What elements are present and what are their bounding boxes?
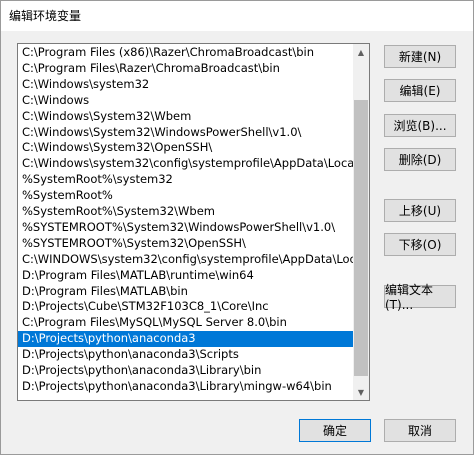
list-item[interactable]: C:\Windows\System32\WindowsPowerShell\v1… [18, 125, 354, 141]
path-list[interactable]: D:\Projects\python\anaconda3\Library\min… [17, 43, 370, 401]
move-down-button[interactable]: 下移(O) [384, 233, 456, 256]
cancel-button[interactable]: 取消 [384, 419, 456, 442]
list-item[interactable]: D:\Projects\python\anaconda3 [18, 331, 354, 348]
scroll-down-arrow-icon[interactable]: ▼ [353, 384, 369, 400]
delete-button[interactable]: 删除(D) [384, 148, 456, 171]
scroll-up-arrow-icon[interactable]: ▲ [353, 44, 369, 60]
window-title: 编辑环境变量 [9, 9, 82, 23]
list-item[interactable]: C:\Windows [18, 93, 354, 109]
list-item[interactable]: D:\Projects\python\anaconda3\Library\min… [18, 379, 354, 395]
scrollbar-thumb[interactable] [354, 100, 368, 376]
list-item[interactable]: C:\Windows\System32\OpenSSH\ [18, 140, 354, 156]
list-item[interactable]: %SystemRoot%\system32 [18, 172, 354, 188]
ok-button[interactable]: 确定 [299, 419, 371, 442]
list-item[interactable]: %SystemRoot%\System32\Wbem [18, 204, 354, 220]
move-up-button[interactable]: 上移(U) [384, 199, 456, 222]
vertical-scrollbar[interactable]: ▲ ▼ [353, 44, 369, 400]
title-bar: 编辑环境变量 [1, 1, 473, 31]
list-item[interactable]: C:\WINDOWS\system32\config\systemprofile… [18, 252, 354, 268]
list-item[interactable]: D:\Program Files\MATLAB\bin [18, 284, 354, 300]
edit-env-variable-dialog: 编辑环境变量 D:\Projects\python\anaconda3\Libr… [0, 0, 474, 455]
list-item[interactable]: D:\Projects\python\anaconda3\Scripts [18, 347, 354, 363]
list-item[interactable]: C:\Program Files (x86)\Razer\ChromaBroad… [18, 45, 354, 61]
edit-text-button[interactable]: 编辑文本(T)... [384, 283, 456, 312]
list-item[interactable]: C:\Program Files\MySQL\MySQL Server 8.0\… [18, 315, 354, 331]
list-item[interactable]: D:\Program Files\MATLAB\runtime\win64 [18, 268, 354, 284]
list-item[interactable]: %SystemRoot% [18, 188, 354, 204]
list-item[interactable]: %SYSTEMROOT%\System32\WindowsPowerShell\… [18, 220, 354, 236]
list-item[interactable]: C:\Windows\system32 [18, 77, 354, 93]
list-item[interactable]: D:\Projects\python\anaconda3\Library\bin [18, 363, 354, 379]
list-item[interactable]: C:\Program Files\Razer\ChromaBroadcast\b… [18, 61, 354, 77]
list-item[interactable]: C:\Windows\System32\Wbem [18, 109, 354, 125]
browse-button[interactable]: 浏览(B)... [384, 114, 456, 137]
new-button[interactable]: 新建(N) [384, 45, 456, 68]
edit-button[interactable]: 编辑(E) [384, 79, 456, 102]
list-item[interactable]: D:\Projects\Cube\STM32F103C8_1\Core\Inc [18, 299, 354, 315]
list-item[interactable]: C:\Windows\system32\config\systemprofile… [18, 156, 354, 172]
list-item[interactable]: %SYSTEMROOT%\System32\OpenSSH\ [18, 236, 354, 252]
